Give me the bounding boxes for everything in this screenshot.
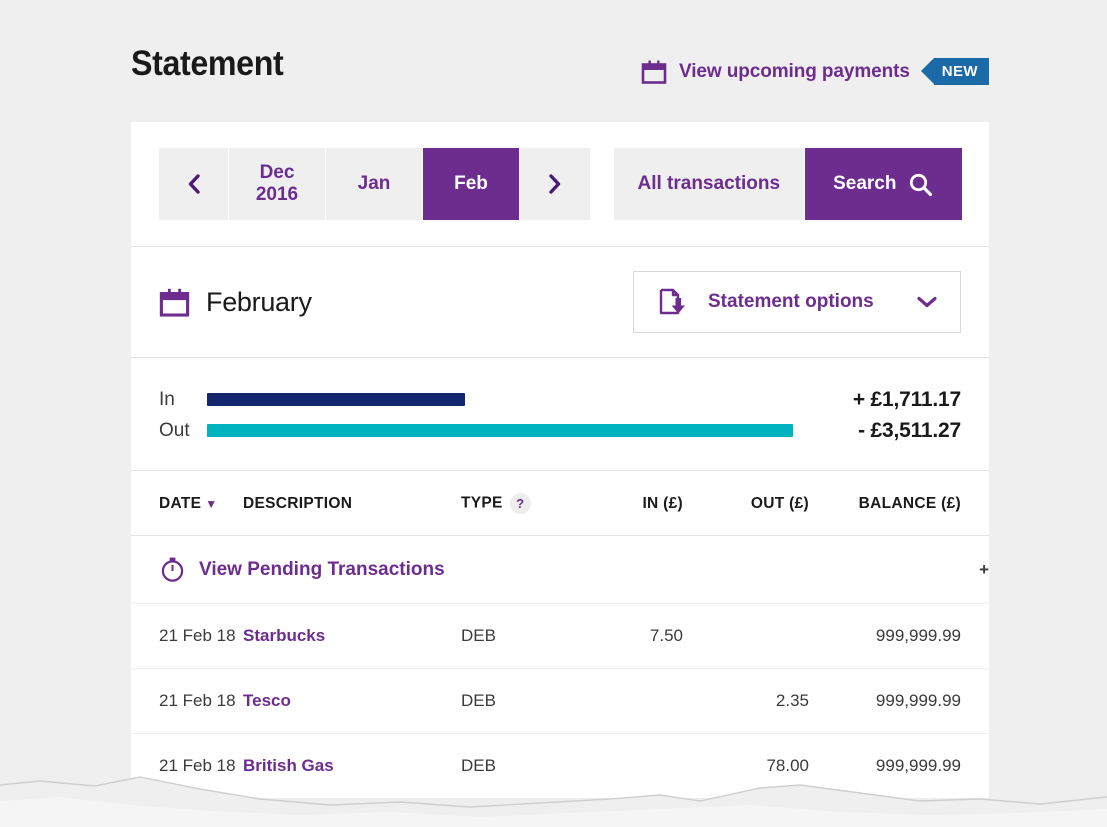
statement-options-button[interactable]: Statement options bbox=[633, 271, 961, 333]
summary-in-amount: + £1,711.17 bbox=[852, 387, 961, 411]
table-header-row: DATE ▼ DESCRIPTION TYPE? IN (£) OUT (£) B… bbox=[131, 471, 989, 536]
pending-transactions-row[interactable]: View Pending Transactions + bbox=[131, 535, 989, 604]
view-upcoming-payments-link[interactable]: View upcoming payments bbox=[641, 59, 910, 85]
page-header: Statement View upcoming payments NEW bbox=[131, 44, 989, 106]
summary-row-out: Out - £3,511.27 bbox=[159, 415, 961, 446]
month-tab-dec-label: Dec bbox=[259, 162, 295, 184]
summary-row-in: In + £1,711.17 bbox=[159, 384, 961, 415]
cell-out: 2.35 bbox=[683, 668, 809, 734]
month-tab-jan[interactable]: Jan bbox=[326, 148, 423, 220]
summary-out-track bbox=[207, 415, 793, 446]
new-badge: NEW bbox=[920, 58, 989, 85]
pending-transactions-cell: View Pending Transactions bbox=[131, 535, 809, 604]
month-tab-dec-year: 2016 bbox=[255, 184, 299, 205]
summary-in-label: In bbox=[159, 388, 175, 410]
column-header-type-label: TYPE bbox=[461, 494, 503, 512]
chevron-down-icon bbox=[916, 295, 938, 309]
cell-date: 21 Feb 18 bbox=[131, 668, 243, 734]
month-header-row: February Statement options bbox=[131, 247, 989, 358]
in-out-summary: In + £1,711.17 Out - £3,511.27 bbox=[131, 358, 989, 471]
statement-options-label: Statement options bbox=[708, 291, 874, 312]
cell-in bbox=[573, 668, 683, 734]
month-title-group: February bbox=[159, 287, 312, 318]
month-navigation-row: Dec 2016 Jan Feb All transactions Search bbox=[131, 122, 989, 247]
column-header-type[interactable]: TYPE? bbox=[461, 471, 573, 536]
column-header-balance[interactable]: BALANCE (£) bbox=[809, 471, 989, 536]
cell-date: 21 Feb 18 bbox=[131, 603, 243, 669]
type-help-icon[interactable]: ? bbox=[509, 493, 531, 514]
cell-balance: 999,999.99 bbox=[809, 668, 989, 734]
cell-in: 7.50 bbox=[573, 603, 683, 669]
column-header-in[interactable]: IN (£) bbox=[573, 471, 683, 536]
cell-out: 78.00 bbox=[683, 733, 809, 799]
cell-in bbox=[573, 733, 683, 799]
cell-balance: 999,999.99 bbox=[809, 603, 989, 669]
cell-out bbox=[683, 603, 809, 669]
next-month-button[interactable] bbox=[520, 148, 590, 220]
search-button-label: Search bbox=[833, 173, 897, 195]
page-title: Statement bbox=[131, 44, 284, 83]
cell-type: DEB bbox=[461, 668, 573, 734]
cell-type: DEB bbox=[461, 733, 573, 799]
cell-description[interactable]: British Gas bbox=[243, 733, 461, 799]
all-transactions-button[interactable]: All transactions bbox=[614, 148, 805, 220]
search-icon bbox=[908, 172, 933, 197]
transactions-table: DATE ▼ DESCRIPTION TYPE? IN (£) OUT (£) B… bbox=[131, 471, 989, 799]
previous-month-button[interactable] bbox=[159, 148, 229, 220]
summary-in-track bbox=[207, 384, 793, 415]
document-download-icon bbox=[656, 286, 688, 318]
pending-transactions-link[interactable]: View Pending Transactions bbox=[131, 556, 809, 583]
search-button[interactable]: Search bbox=[804, 148, 962, 220]
summary-in-bar bbox=[207, 393, 465, 406]
column-header-description[interactable]: DESCRIPTION bbox=[243, 471, 461, 536]
table-row[interactable]: 21 Feb 18 British Gas DEB 78.00 999,999.99 bbox=[131, 733, 989, 799]
month-title: February bbox=[206, 286, 312, 317]
month-tab-dec[interactable]: Dec 2016 bbox=[229, 148, 326, 220]
cell-description[interactable]: Tesco bbox=[243, 668, 461, 734]
summary-out-amount: - £3,511.27 bbox=[858, 418, 961, 442]
pending-expand-button[interactable]: + bbox=[809, 535, 989, 604]
summary-out-label: Out bbox=[159, 419, 190, 441]
month-tab-feb[interactable]: Feb bbox=[423, 148, 520, 220]
cell-type: DEB bbox=[461, 603, 573, 669]
statement-page: Statement View upcoming payments NEW Dec… bbox=[0, 0, 1107, 827]
pending-transactions-label: View Pending Transactions bbox=[199, 558, 445, 580]
chevron-right-icon bbox=[548, 173, 562, 195]
column-header-date-label: DATE bbox=[159, 494, 202, 512]
cell-balance: 999,999.99 bbox=[809, 733, 989, 799]
calendar-icon bbox=[641, 59, 667, 85]
chevron-left-icon bbox=[187, 173, 201, 195]
month-selector: Dec 2016 Jan Feb bbox=[159, 148, 590, 220]
cell-description[interactable]: Starbucks bbox=[243, 603, 461, 669]
table-row[interactable]: 21 Feb 18 Tesco DEB 2.35 999,999.99 bbox=[131, 668, 989, 734]
column-header-date[interactable]: DATE ▼ bbox=[131, 471, 243, 536]
transactions-body: 21 Feb 18 Starbucks DEB 7.50 999,999.99 21 Fe… bbox=[131, 603, 989, 799]
column-header-out[interactable]: OUT (£) bbox=[683, 471, 809, 536]
statement-card: Dec 2016 Jan Feb All transactions Search bbox=[131, 122, 989, 799]
summary-out-bar bbox=[207, 424, 793, 437]
table-row[interactable]: 21 Feb 18 Starbucks DEB 7.50 999,999.99 bbox=[131, 603, 989, 669]
cell-date: 21 Feb 18 bbox=[131, 733, 243, 799]
upcoming-payments-group: View upcoming payments NEW bbox=[641, 58, 989, 85]
calendar-icon bbox=[159, 287, 190, 318]
stopwatch-icon bbox=[159, 556, 186, 583]
sort-descending-icon: ▼ bbox=[205, 496, 218, 511]
upcoming-payments-label: View upcoming payments bbox=[679, 60, 910, 82]
